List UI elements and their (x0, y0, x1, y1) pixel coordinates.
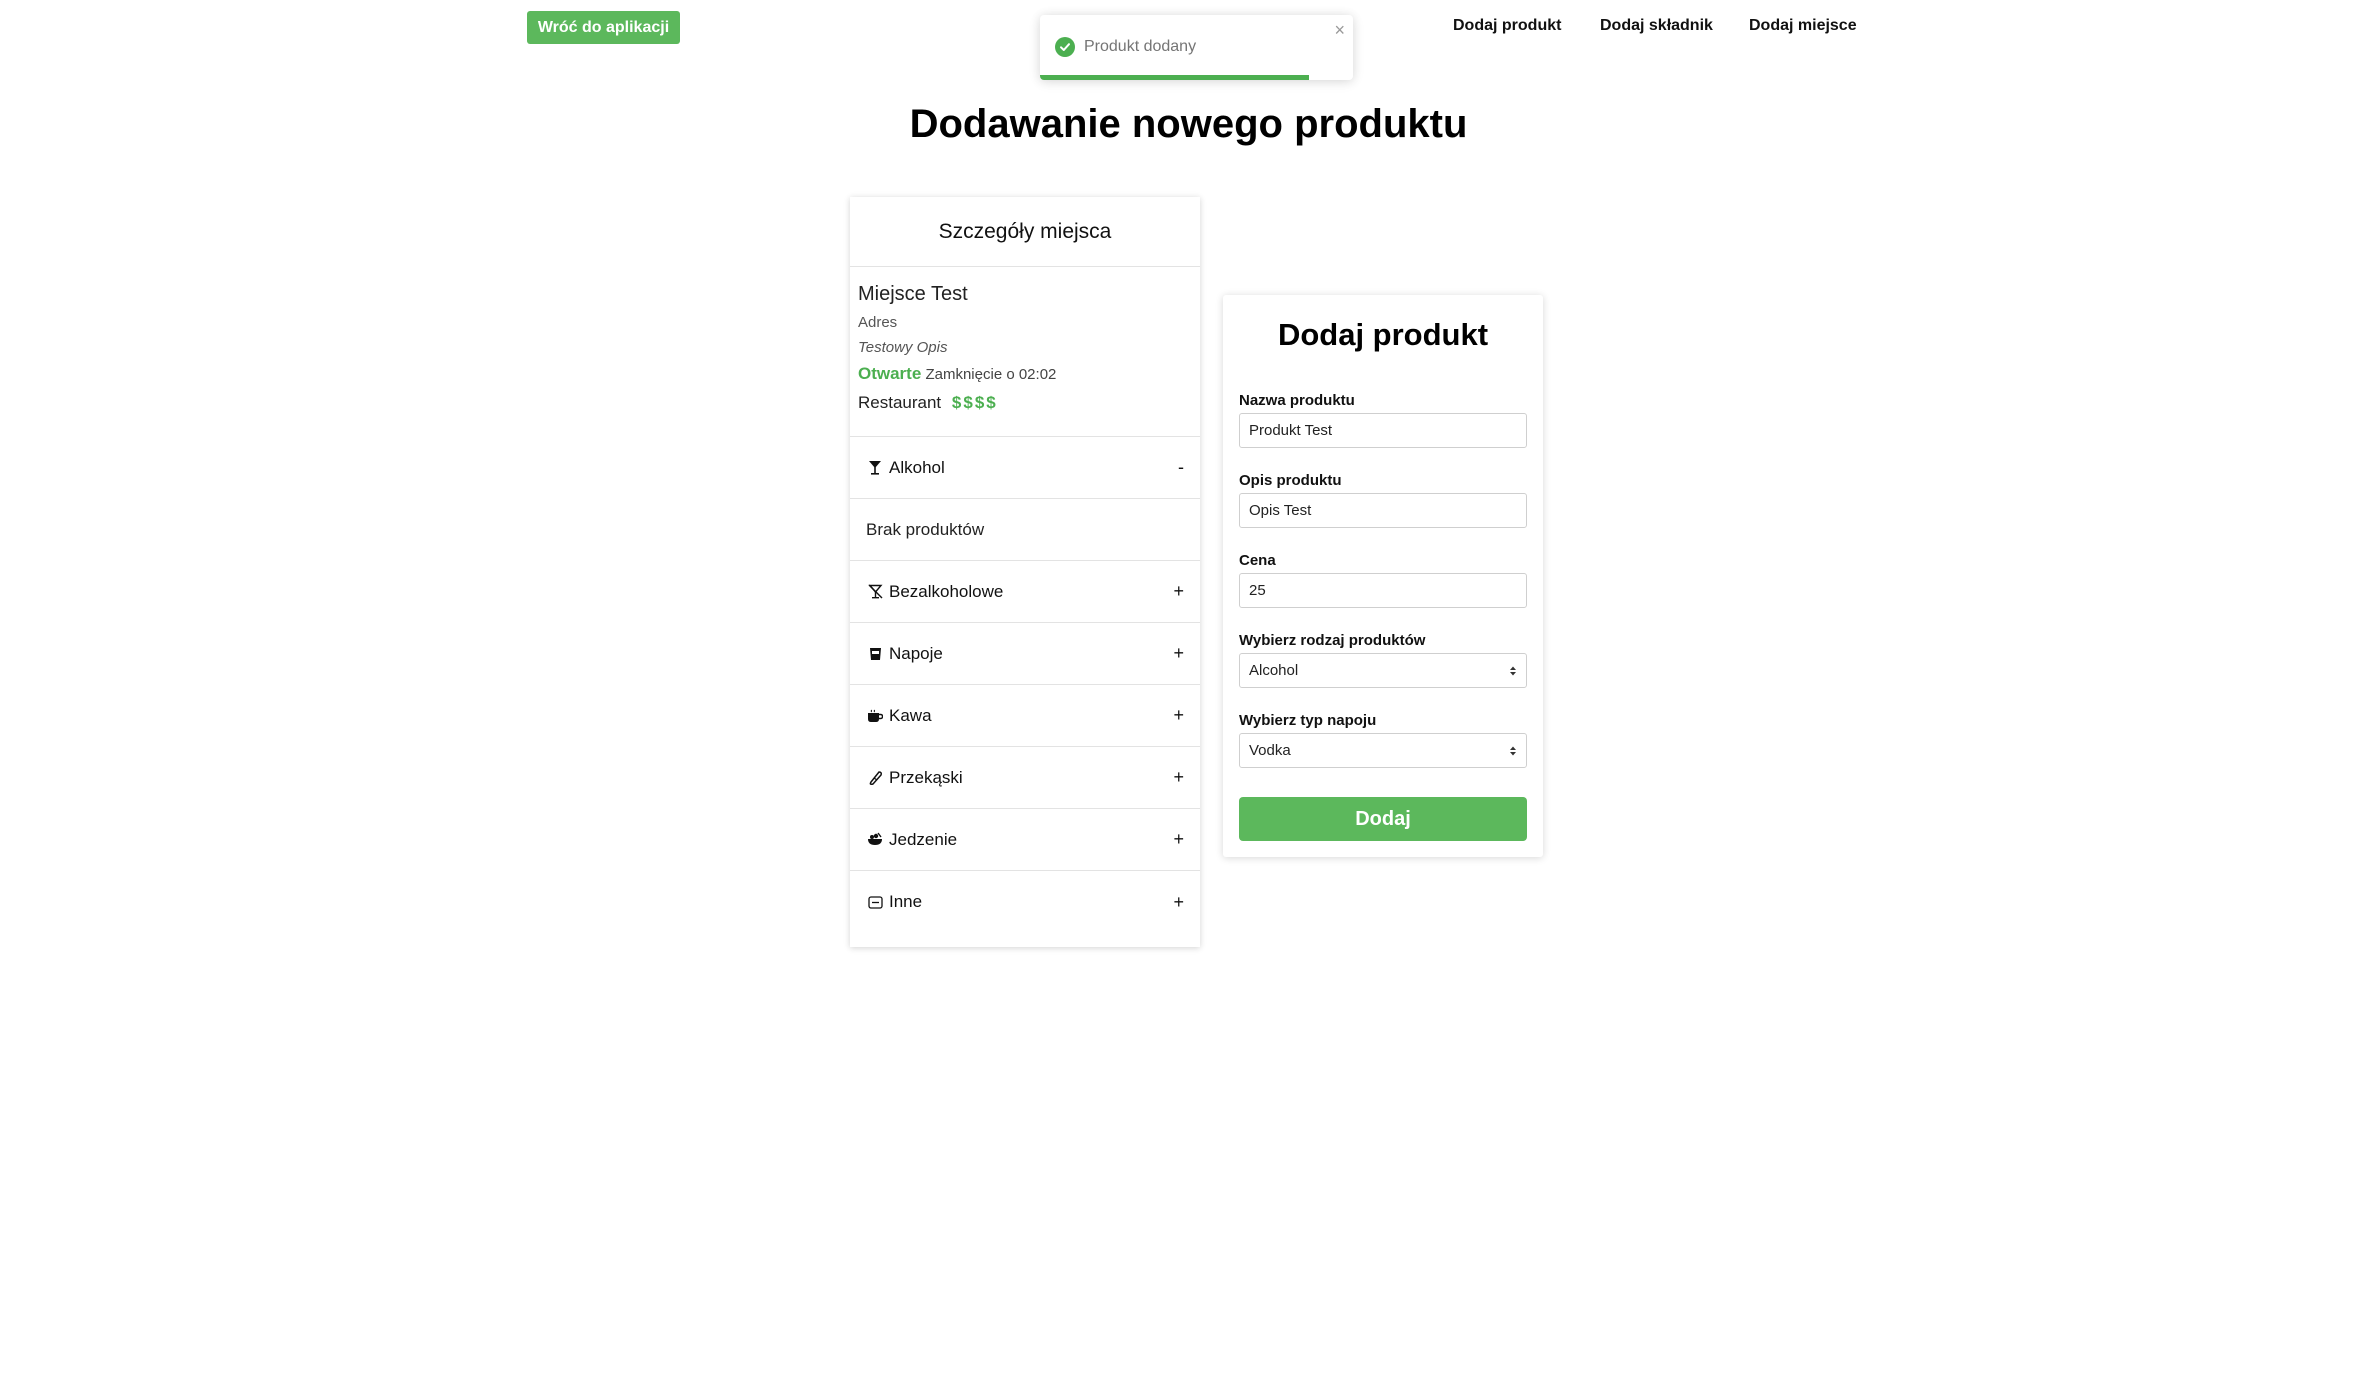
close-icon[interactable]: × (1334, 21, 1345, 39)
place-address: Adres (858, 314, 898, 331)
add-product-form: Dodaj produkt Nazwa produktu Produkt Tes… (1223, 295, 1543, 857)
category-label: Inne (889, 892, 923, 911)
status-badge: Otwarte (858, 364, 922, 383)
product-description-label: Opis produktu (1239, 472, 1342, 489)
expand-toggle[interactable]: + (1173, 705, 1184, 726)
nav-add-product[interactable]: Dodaj produkt (1453, 17, 1561, 35)
product-kind-value: Alcohol (1249, 662, 1299, 679)
form-title: Dodaj produkt (1277, 317, 1489, 352)
nav-add-place[interactable]: Dodaj miejsce (1749, 17, 1857, 35)
expand-toggle[interactable]: + (1173, 643, 1184, 664)
drink-type-value: Vodka (1249, 742, 1291, 759)
expand-toggle[interactable]: + (1173, 767, 1184, 788)
nav-add-ingredient[interactable]: Dodaj składnik (1600, 17, 1713, 35)
place-card-header: Szczegóły miejsca (850, 197, 1200, 267)
category-label: Jedzenie (889, 829, 958, 849)
place-info: Miejsce Test Adres Testowy Opis Otwarte … (850, 267, 1200, 437)
coffee-icon (866, 709, 884, 723)
closing-time: Zamknięcie o 02:02 (925, 366, 1057, 383)
expand-toggle[interactable]: + (1173, 829, 1184, 850)
submit-add-button[interactable]: Dodaj (1239, 797, 1527, 841)
category-list: Alkohol - Brak produktów Bezalkoholowe +… (850, 437, 1200, 933)
category-label: Kawa (889, 705, 932, 725)
category-inne[interactable]: Inne + (850, 871, 1200, 933)
empty-products-text: Brak produktów (866, 519, 985, 539)
category-kawa[interactable]: Kawa + (850, 685, 1200, 747)
product-kind-label: Wybierz rodzaj produktów (1239, 632, 1426, 649)
place-name: Miejsce Test (858, 283, 968, 305)
expand-toggle[interactable]: + (1173, 581, 1184, 602)
select-arrows-icon (1509, 665, 1517, 677)
drink-can-icon (866, 646, 884, 661)
place-type: Restaurant (858, 393, 942, 412)
select-arrows-icon (1509, 745, 1517, 757)
back-to-app-button[interactable]: Wróć do aplikacji (527, 11, 680, 44)
no-alcohol-icon (866, 584, 884, 599)
other-icon (866, 895, 884, 910)
product-name-input[interactable]: Produkt Test (1239, 413, 1527, 448)
price-value: 25 (1249, 582, 1266, 599)
product-name-label: Nazwa produktu (1239, 392, 1355, 409)
expand-toggle[interactable]: + (1173, 892, 1184, 913)
category-label: Alkohol (889, 457, 945, 477)
place-details-card: Szczegóły miejsca Miejsce Test Adres Tes… (850, 197, 1200, 947)
category-jedzenie[interactable]: Jedzenie + (850, 809, 1200, 871)
price-label: Cena (1239, 552, 1276, 569)
product-name-value: Produkt Test (1249, 422, 1333, 439)
price-level: $$$$ (951, 393, 998, 412)
category-bezalkoholowe[interactable]: Bezalkoholowe + (850, 561, 1200, 623)
product-description-input[interactable]: Opis Test (1239, 493, 1527, 528)
toast-progress-bar (1040, 75, 1310, 80)
page-title: Dodawanie nowego produktu (909, 102, 1468, 146)
collapse-toggle[interactable]: - (1178, 457, 1184, 478)
success-toast: Produkt dodany × (1040, 15, 1353, 80)
drink-type-label: Wybierz typ napoju (1239, 712, 1377, 729)
place-description: Testowy Opis (858, 339, 948, 356)
category-label: Bezalkoholowe (889, 581, 1004, 601)
product-kind-select[interactable]: Alcohol (1239, 653, 1527, 688)
page: Wróć do aplikacji Produkt dodany × Dodaj… (0, 0, 2377, 1375)
category-przekaski[interactable]: Przekąski + (850, 747, 1200, 809)
food-bowl-icon (866, 832, 884, 847)
place-status-line: Otwarte Zamknięcie o 02:02 (858, 364, 1192, 384)
product-description-value: Opis Test (1249, 502, 1312, 519)
check-circle-icon (1055, 37, 1075, 57)
cocktail-icon (866, 460, 884, 475)
category-empty-row: Brak produktów (850, 499, 1200, 561)
drink-type-select[interactable]: Vodka (1239, 733, 1527, 768)
price-input[interactable]: 25 (1239, 573, 1527, 608)
category-label: Napoje (889, 643, 943, 663)
category-napoje[interactable]: Napoje + (850, 623, 1200, 685)
category-alkohol[interactable]: Alkohol - (850, 437, 1200, 499)
snack-icon (866, 770, 884, 785)
place-type-line: Restaurant $$$$ (858, 393, 1192, 413)
category-label: Przekąski (889, 767, 963, 787)
toast-message: Produkt dodany (1084, 38, 1197, 55)
